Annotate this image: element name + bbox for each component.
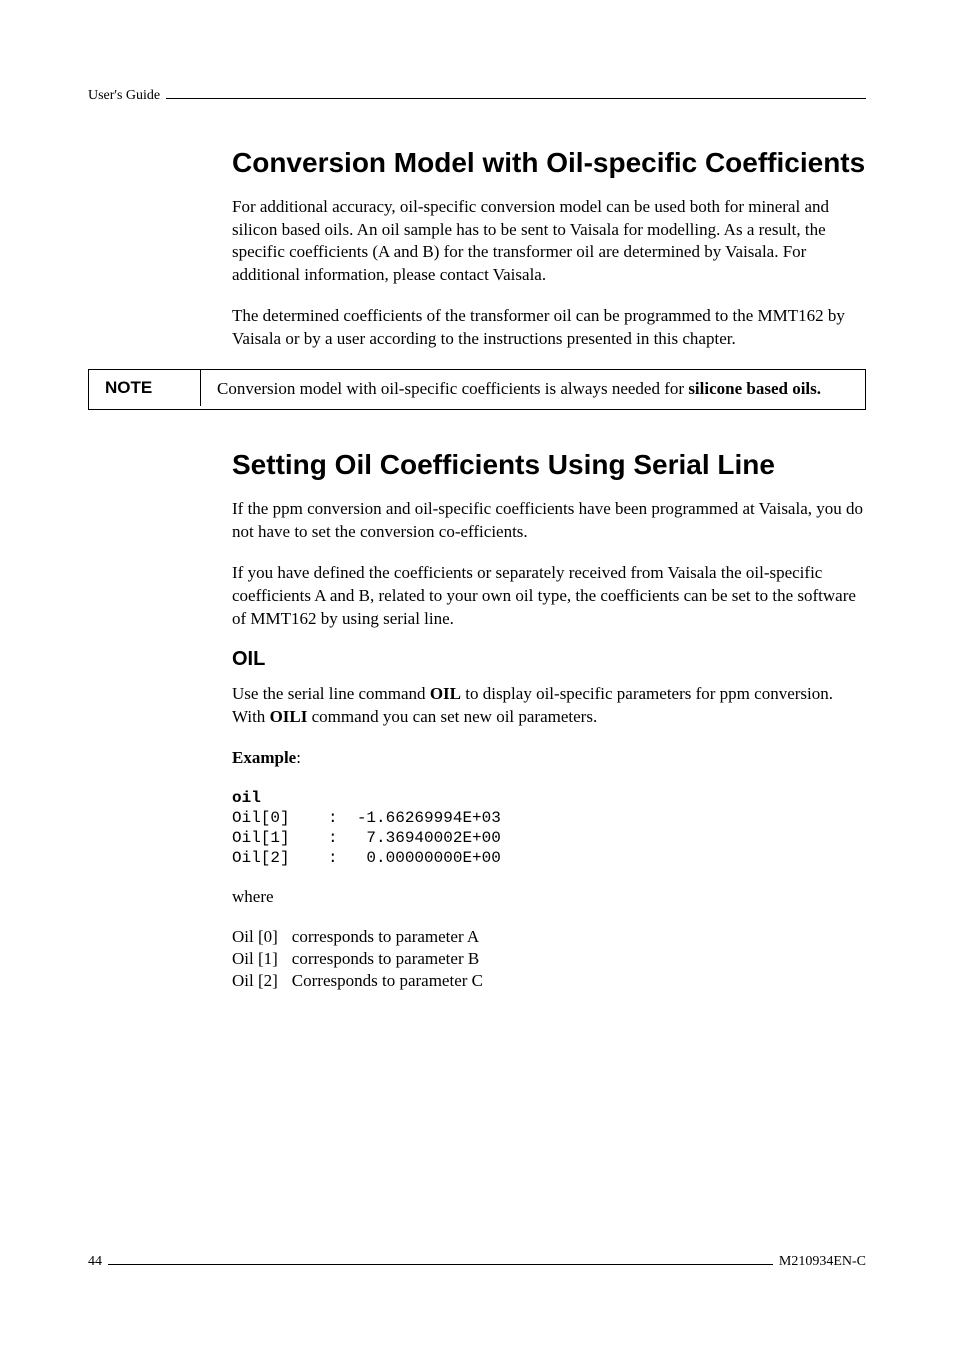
note-text-prefix: Conversion model with oil-specific coeff…: [217, 379, 688, 398]
oil-code-block: oil Oil[0] : -1.66269994E+03 Oil[1] : 7.…: [232, 788, 866, 868]
oil-code-lines: Oil[0] : -1.66269994E+03 Oil[1] : 7.3694…: [232, 809, 501, 867]
footer-rule: [108, 1264, 773, 1265]
table-row: Oil [0] corresponds to parameter A: [232, 927, 497, 949]
section1-paragraph-1: For additional accuracy, oil-specific co…: [232, 196, 866, 288]
def-key: Oil [2]: [232, 971, 292, 993]
doc-id: M210934EN-C: [779, 1254, 866, 1270]
oil-description: Use the serial line command OIL to displ…: [232, 683, 866, 729]
running-footer: 44 M210934EN-C: [88, 1254, 866, 1270]
section1-paragraph-2: The determined coefficients of the trans…: [232, 305, 866, 351]
section-conversion-model: Conversion Model with Oil-specific Coeff…: [232, 146, 866, 351]
table-row: Oil [1] corresponds to parameter B: [232, 949, 497, 971]
note-box: NOTE Conversion model with oil-specific …: [88, 369, 866, 410]
example-label: Example:: [232, 747, 866, 770]
where-label: where: [232, 886, 866, 909]
def-key: Oil [1]: [232, 949, 292, 971]
running-header: User's Guide: [88, 88, 866, 104]
section1-title: Conversion Model with Oil-specific Coeff…: [232, 146, 866, 180]
table-row: Oil [2] Corresponds to parameter C: [232, 971, 497, 993]
page: User's Guide Conversion Model with Oil-s…: [0, 0, 954, 1350]
oil-cmd-1: OIL: [430, 684, 461, 703]
def-val: corresponds to parameter B: [292, 949, 497, 971]
def-val: corresponds to parameter A: [292, 927, 497, 949]
section2-paragraph-1: If the ppm conversion and oil-specific c…: [232, 498, 866, 544]
page-number: 44: [88, 1254, 102, 1270]
header-guide-label: User's Guide: [88, 88, 160, 104]
oil-subheading: OIL: [232, 648, 866, 671]
example-label-text: Example: [232, 748, 296, 767]
oil-definitions-table: Oil [0] corresponds to parameter A Oil […: [232, 927, 497, 993]
section2-title: Setting Oil Coefficients Using Serial Li…: [232, 448, 866, 482]
section-setting-oil-coefficients: Setting Oil Coefficients Using Serial Li…: [232, 448, 866, 993]
oil-code-cmd: oil: [232, 789, 261, 807]
example-colon: :: [296, 748, 301, 767]
note-label: NOTE: [89, 370, 201, 406]
note-text-bold: silicone based oils.: [688, 379, 821, 398]
oil-desc-post: command you can set new oil parameters.: [307, 707, 597, 726]
section2-paragraph-2: If you have defined the coefficients or …: [232, 562, 866, 631]
def-key: Oil [0]: [232, 927, 292, 949]
note-text: Conversion model with oil-specific coeff…: [201, 370, 837, 409]
def-val: Corresponds to parameter C: [292, 971, 497, 993]
oil-cmd-2: OILI: [270, 707, 308, 726]
header-rule: [166, 98, 866, 99]
oil-desc-pre: Use the serial line command: [232, 684, 430, 703]
